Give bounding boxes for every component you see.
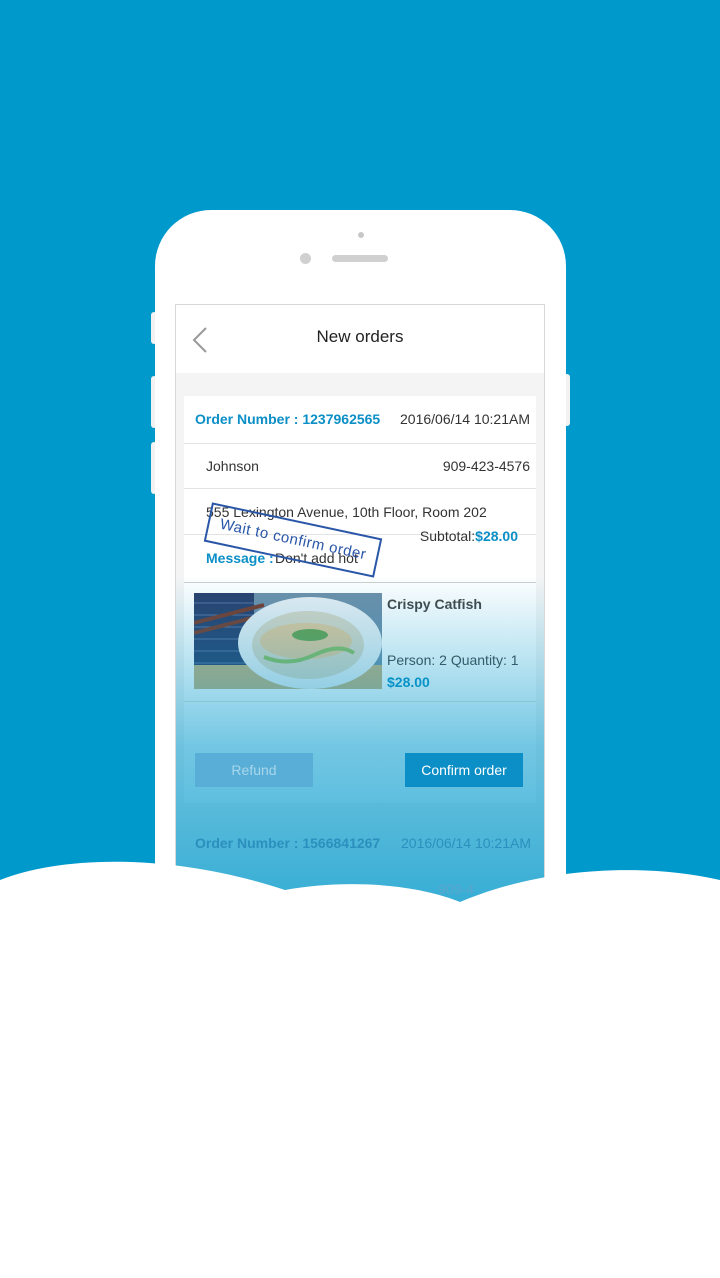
- navigation-bar: New orders: [176, 305, 544, 373]
- customer-phone[interactable]: 909-423-4576: [443, 458, 530, 474]
- confirm-order-button[interactable]: Confirm order: [405, 753, 523, 787]
- app-screen: New orders Order Number : 1237962565 201…: [175, 304, 545, 944]
- order-number: Order Number : 1237962565: [195, 411, 381, 427]
- customer-row: Johnson 909-423-4576: [184, 444, 536, 489]
- customer-name: Johnson: [206, 458, 259, 474]
- item-price: $28.00: [387, 674, 430, 690]
- front-camera-icon: [300, 253, 311, 264]
- subtotal: Subtotal:$28.00: [420, 528, 518, 546]
- refund-button[interactable]: Refund: [195, 753, 313, 787]
- food-image: [194, 593, 382, 689]
- sensor-dot: [358, 232, 364, 238]
- subtotal-value: $28.00: [475, 528, 518, 544]
- item-details: Person: 2 Quantity: 1: [387, 652, 519, 668]
- order-header-row: Order Number : 1237962565 2016/06/14 10:…: [184, 396, 536, 444]
- order-datetime: 2016/06/14 10:21AM: [400, 411, 530, 427]
- page-title: New orders: [316, 327, 404, 346]
- order-datetime: 2016/06/14 10:21AM: [401, 835, 531, 851]
- item-name: Crispy Catfish: [387, 596, 482, 612]
- order-item: Crispy Catfish Person: 2 Quantity: 1 $28…: [184, 583, 536, 702]
- subtotal-label: Subtotal:: [419, 528, 476, 544]
- order-number: Order Number : 1566841267: [195, 835, 381, 851]
- customer-phone: 909-4: [438, 881, 474, 897]
- earpiece-speaker: [332, 255, 388, 262]
- order-card[interactable]: Order Number : 1237962565 2016/06/14 10:…: [184, 396, 536, 803]
